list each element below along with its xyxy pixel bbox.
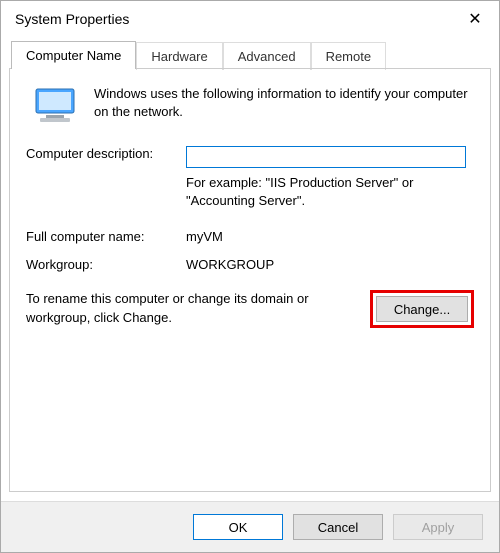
tab-panel-computer-name: Windows uses the following information t… <box>9 68 491 492</box>
tab-strip: Computer Name Hardware Advanced Remote <box>9 41 491 69</box>
tab-advanced[interactable]: Advanced <box>223 42 311 70</box>
tab-remote[interactable]: Remote <box>311 42 387 70</box>
close-icon[interactable]: ✕ <box>461 9 489 29</box>
fullname-row: Full computer name: myVM <box>26 226 474 244</box>
window-title: System Properties <box>15 11 129 27</box>
cancel-button[interactable]: Cancel <box>293 514 383 540</box>
workgroup-label: Workgroup: <box>26 254 186 272</box>
titlebar: System Properties ✕ <box>1 1 499 37</box>
ok-button[interactable]: OK <box>193 514 283 540</box>
rename-row: To rename this computer or change its do… <box>26 290 474 328</box>
intro-row: Windows uses the following information t… <box>26 83 474 125</box>
apply-button: Apply <box>393 514 483 540</box>
description-label: Computer description: <box>26 143 186 161</box>
fullname-value: myVM <box>186 226 474 244</box>
workgroup-value: WORKGROUP <box>186 254 474 272</box>
workgroup-row: Workgroup: WORKGROUP <box>26 254 474 272</box>
system-properties-dialog: System Properties ✕ Computer Name Hardwa… <box>0 0 500 553</box>
dialog-footer: OK Cancel Apply <box>1 501 499 552</box>
tab-hardware[interactable]: Hardware <box>136 42 222 70</box>
description-row: Computer description: For example: "IIS … <box>26 143 474 210</box>
description-hint: For example: "IIS Production Server" or … <box>186 174 474 210</box>
fullname-label: Full computer name: <box>26 226 186 244</box>
change-button[interactable]: Change... <box>376 296 468 322</box>
computer-icon <box>32 87 82 125</box>
description-input[interactable] <box>186 146 466 168</box>
rename-text: To rename this computer or change its do… <box>26 290 370 326</box>
intro-text: Windows uses the following information t… <box>94 83 474 125</box>
change-button-highlight: Change... <box>370 290 474 328</box>
tab-computer-name[interactable]: Computer Name <box>11 41 136 69</box>
